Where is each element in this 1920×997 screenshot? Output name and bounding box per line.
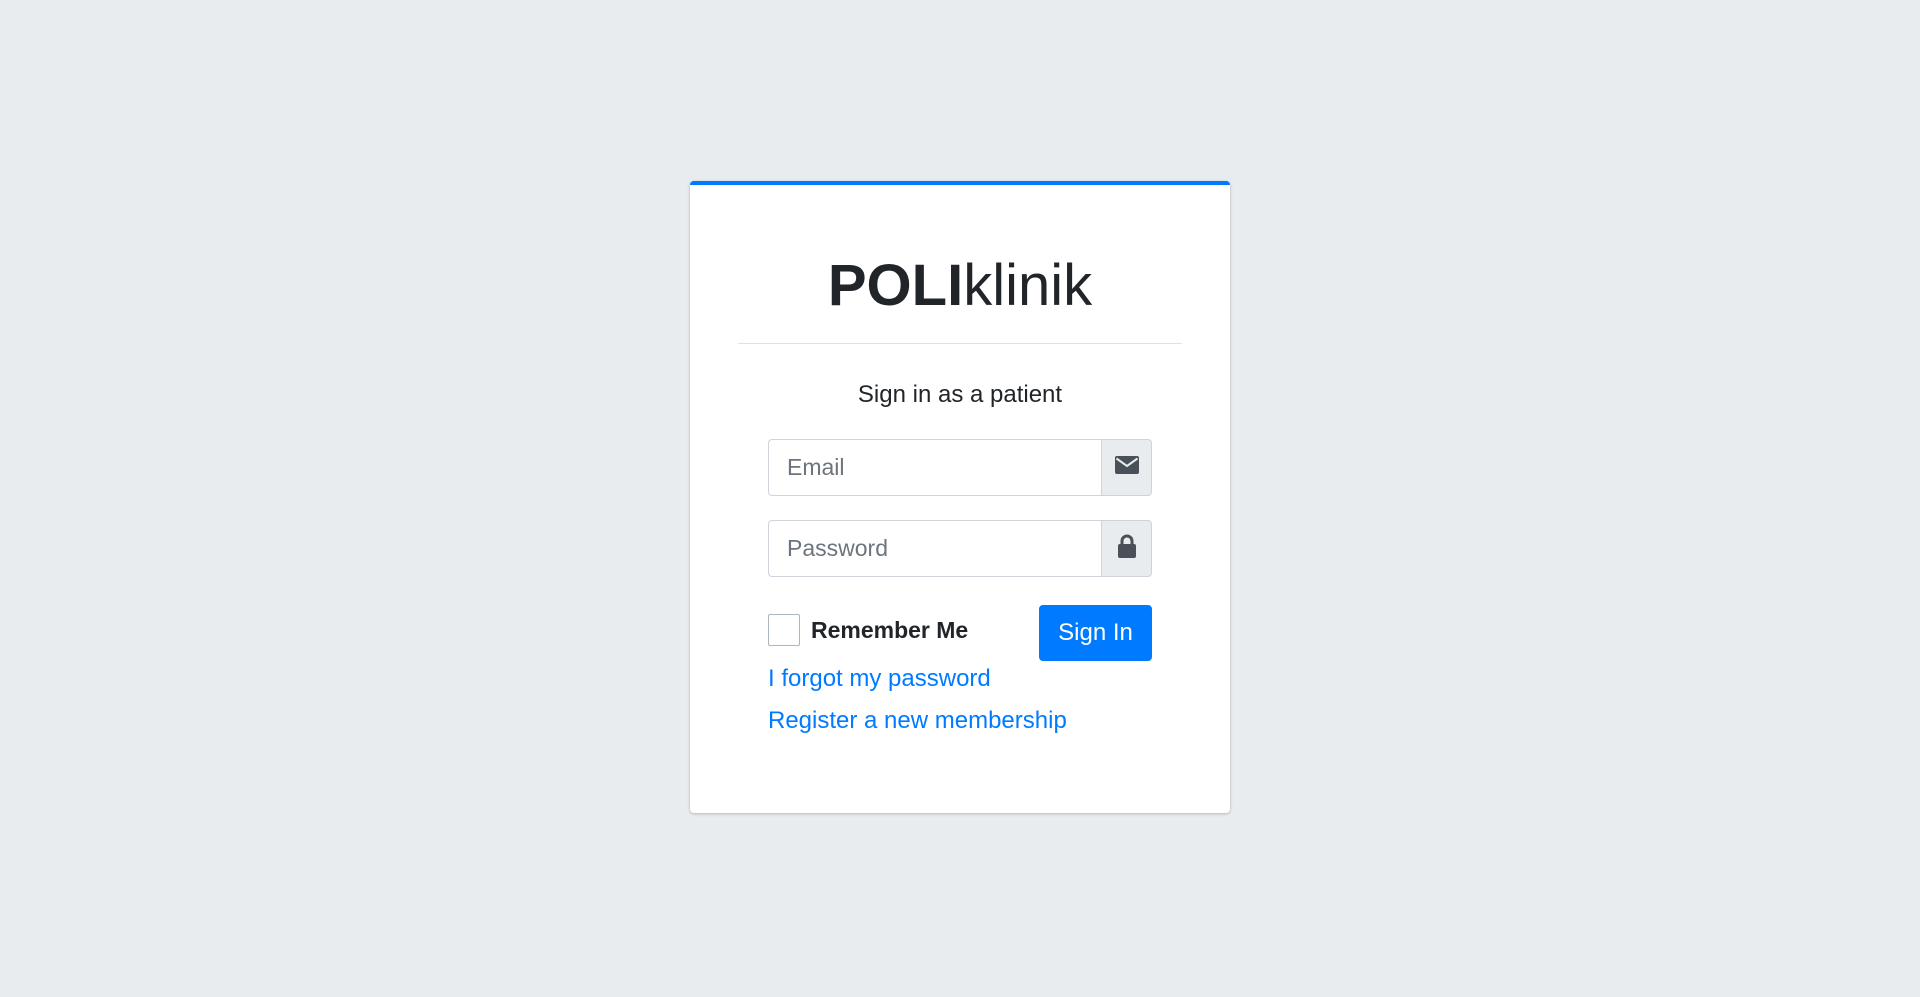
brand-bold: POLI	[827, 253, 964, 318]
sign-in-button[interactable]: Sign In	[1039, 605, 1152, 661]
forgot-password-link[interactable]: I forgot my password	[768, 665, 991, 693]
remember-me[interactable]: Remember Me	[768, 613, 968, 647]
lock-icon	[1117, 534, 1137, 563]
envelope-icon	[1114, 456, 1139, 479]
register-link[interactable]: Register a new membership	[768, 707, 1067, 735]
password-input-group	[768, 520, 1152, 577]
login-page: POLIklinik Sign in as a patient Email Re…	[0, 0, 1920, 997]
card-header: POLIklinik	[738, 185, 1182, 344]
remember-me-label: Remember Me	[811, 616, 969, 643]
brand-logo[interactable]: POLIklinik	[738, 257, 1182, 315]
email-input[interactable]	[768, 439, 1101, 496]
password-input[interactable]	[768, 520, 1101, 577]
remember-me-checkbox[interactable]	[768, 614, 800, 646]
email-addon	[1101, 439, 1152, 496]
email-input-group	[768, 439, 1152, 496]
login-card: POLIklinik Sign in as a patient Email Re…	[690, 181, 1230, 813]
brand-light: klinik	[963, 253, 1093, 318]
password-addon	[1101, 520, 1152, 577]
login-subtitle: Sign in as a patient	[857, 381, 1063, 408]
